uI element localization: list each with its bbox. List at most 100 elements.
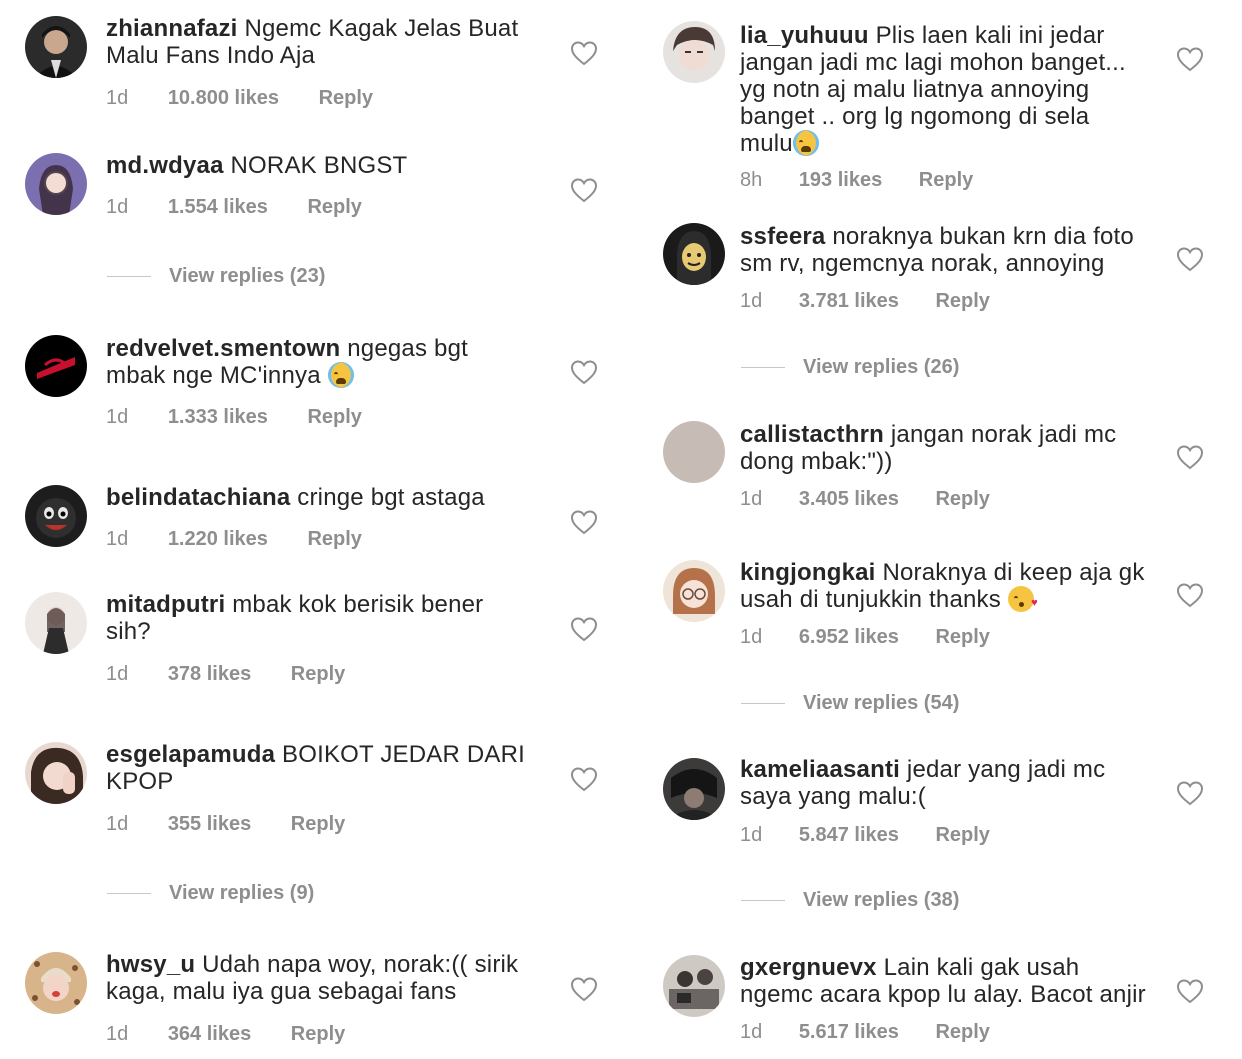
- username-link[interactable]: ssfeera: [740, 223, 825, 250]
- avatar[interactable]: [663, 223, 725, 285]
- avatar[interactable]: [25, 485, 87, 547]
- view-replies-label[interactable]: View replies (23): [169, 265, 325, 287]
- view-replies-label[interactable]: View replies (54): [803, 692, 959, 714]
- reply-button[interactable]: Reply: [935, 626, 989, 649]
- reply-button[interactable]: Reply: [307, 196, 361, 219]
- reply-button[interactable]: Reply: [935, 1021, 989, 1044]
- reply-button[interactable]: Reply: [319, 87, 373, 110]
- comment-body-line2: jangan jadi mc lagi mohon banget...: [740, 49, 1126, 76]
- avatar[interactable]: [25, 742, 87, 804]
- username-link[interactable]: redvelvet.smentown: [106, 335, 340, 362]
- comment-age: 1d: [740, 488, 763, 510]
- username-link[interactable]: belindatachiana: [106, 484, 290, 511]
- divider-line: [741, 367, 785, 369]
- loudly-crying-face-icon: [327, 362, 354, 388]
- comment-body-line2: sm rv, ngemcnya norak, annoying: [740, 250, 1105, 277]
- view-replies-link[interactable]: View replies (54): [741, 692, 959, 715]
- likes-count[interactable]: 5.617 likes: [799, 1021, 899, 1044]
- username-link[interactable]: gxergnuevx: [740, 954, 877, 981]
- reply-button[interactable]: Reply: [307, 406, 361, 429]
- likes-count[interactable]: 378 likes: [168, 663, 251, 686]
- comment-body: jedar yang jadi mc: [906, 756, 1106, 783]
- heart-outline-icon[interactable]: [1176, 978, 1204, 1004]
- likes-count[interactable]: 3.405 likes: [799, 488, 899, 511]
- comment-body: ngegas bgt: [347, 335, 468, 362]
- heart-outline-icon[interactable]: [570, 359, 598, 385]
- likes-count[interactable]: 355 likes: [168, 813, 251, 836]
- comment-text: callistacthrn jangan norak jadi mc dong …: [740, 421, 1180, 475]
- username-link[interactable]: mitadputri: [106, 591, 225, 618]
- avatar[interactable]: [25, 16, 87, 78]
- comment-age: 1d: [740, 626, 763, 648]
- view-replies-link[interactable]: View replies (23): [107, 265, 325, 288]
- likes-count[interactable]: 1.554 likes: [168, 196, 268, 219]
- reply-button[interactable]: Reply: [291, 663, 345, 686]
- avatar[interactable]: [663, 758, 725, 820]
- likes-count[interactable]: 6.952 likes: [799, 626, 899, 649]
- username-link[interactable]: kingjongkai: [740, 559, 876, 586]
- username-link[interactable]: esgelapamuda: [106, 741, 275, 768]
- avatar[interactable]: [663, 560, 725, 622]
- view-replies-label[interactable]: View replies (38): [803, 889, 959, 911]
- heart-outline-icon[interactable]: [1176, 46, 1204, 72]
- heart-outline-icon[interactable]: [570, 177, 598, 203]
- avatar[interactable]: [25, 335, 87, 397]
- reply-button[interactable]: Reply: [935, 824, 989, 847]
- likes-count[interactable]: 193 likes: [799, 169, 882, 192]
- view-replies-link[interactable]: View replies (26): [741, 356, 959, 379]
- avatar[interactable]: [663, 21, 725, 83]
- comment-meta: 1d 10.800 likes Reply: [106, 87, 373, 110]
- likes-count[interactable]: 1.220 likes: [168, 528, 268, 551]
- comment-body-line3: yg notn aj malu liatnya annoying: [740, 76, 1090, 103]
- reply-button[interactable]: Reply: [935, 290, 989, 313]
- likes-count[interactable]: 364 likes: [168, 1023, 251, 1046]
- heart-outline-icon[interactable]: [570, 40, 598, 66]
- heart-outline-icon[interactable]: [570, 766, 598, 792]
- comment-meta: 1d 5.617 likes Reply: [740, 1021, 990, 1044]
- heart-outline-icon[interactable]: [1176, 444, 1204, 470]
- likes-count[interactable]: 1.333 likes: [168, 406, 268, 429]
- comment-body-line5: mulu: [740, 130, 793, 157]
- username-link[interactable]: zhiannafazi: [106, 15, 238, 42]
- comment-age: 1d: [106, 87, 129, 109]
- comment-meta: 1d 3.405 likes Reply: [740, 488, 990, 511]
- username-link[interactable]: lia_yuhuuu: [740, 22, 869, 49]
- reply-button[interactable]: Reply: [935, 488, 989, 511]
- reply-button[interactable]: Reply: [307, 528, 361, 551]
- likes-count[interactable]: 10.800 likes: [168, 87, 279, 110]
- avatar[interactable]: [663, 955, 725, 1017]
- view-replies-link[interactable]: View replies (9): [107, 882, 314, 905]
- heart-outline-icon[interactable]: [570, 976, 598, 1002]
- reply-button[interactable]: Reply: [291, 1023, 345, 1046]
- avatar[interactable]: [25, 592, 87, 654]
- comment-age: 1d: [106, 813, 129, 835]
- username-link[interactable]: kameliaasanti: [740, 756, 900, 783]
- comment-meta: 1d 1.554 likes Reply: [106, 196, 362, 219]
- comment-age: 1d: [740, 824, 763, 846]
- likes-count[interactable]: 3.781 likes: [799, 290, 899, 313]
- view-replies-label[interactable]: View replies (9): [169, 882, 314, 904]
- heart-outline-icon[interactable]: [570, 616, 598, 642]
- comment-text: lia_yuhuuu Plis laen kali ini jedar jang…: [740, 22, 1180, 157]
- comment-body-line2: mbak nge MC'innya: [106, 362, 321, 389]
- reply-button[interactable]: Reply: [291, 813, 345, 836]
- username-link[interactable]: callistacthrn: [740, 421, 884, 448]
- heart-outline-icon[interactable]: [1176, 780, 1204, 806]
- avatar[interactable]: [25, 153, 87, 215]
- heart-outline-icon[interactable]: [570, 509, 598, 535]
- username-link[interactable]: hwsy_u: [106, 951, 195, 978]
- view-replies-link[interactable]: View replies (38): [741, 889, 959, 912]
- view-replies-label[interactable]: View replies (26): [803, 356, 959, 378]
- comment-meta: 1d 6.952 likes Reply: [740, 626, 990, 649]
- avatar[interactable]: [663, 421, 725, 483]
- face-blowing-kiss-icon: ♥: [1007, 586, 1038, 612]
- comment-body-line4: banget .. org lg ngomong di sela: [740, 103, 1090, 130]
- reply-button[interactable]: Reply: [919, 169, 973, 192]
- avatar[interactable]: [25, 952, 87, 1014]
- likes-count[interactable]: 5.847 likes: [799, 824, 899, 847]
- heart-outline-icon[interactable]: [1176, 246, 1204, 272]
- username-link[interactable]: md.wdyaa: [106, 152, 224, 179]
- heart-outline-icon[interactable]: [1176, 582, 1204, 608]
- comment-body-line2: sih?: [106, 618, 151, 645]
- comment-text: esgelapamuda BOIKOT JEDAR DARI KPOP: [106, 741, 546, 795]
